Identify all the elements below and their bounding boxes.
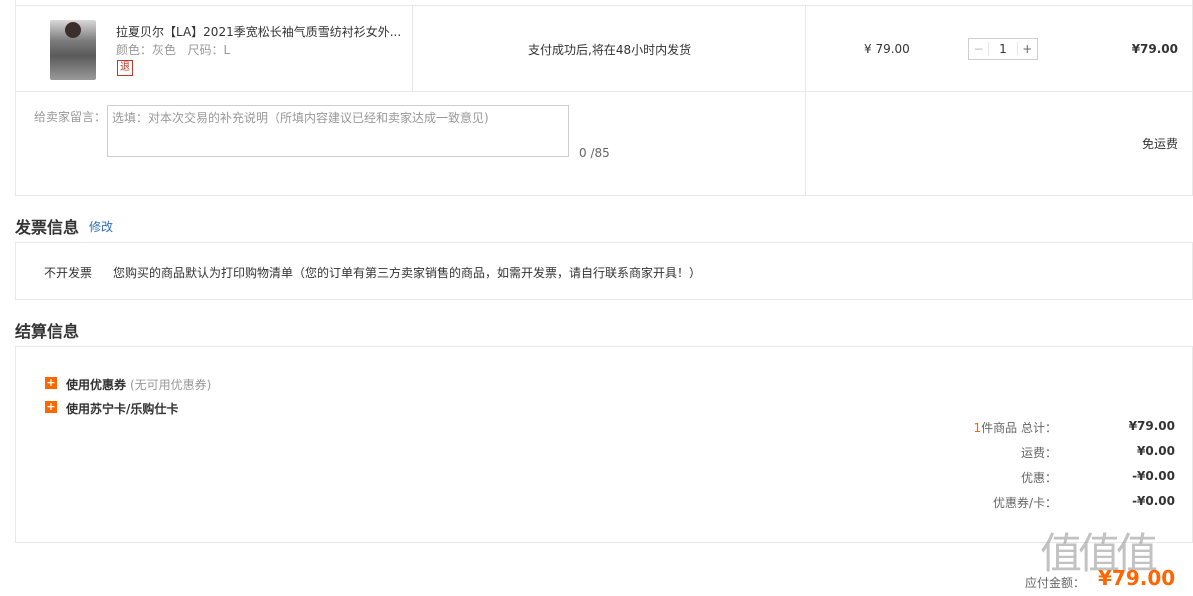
shipping-fee: 免运费	[1141, 137, 1178, 151]
watermark-char: 值	[1040, 529, 1082, 578]
remark-input[interactable]: 选填：对本次交易的补充说明（所填内容建议已经和卖家达成一致意见)	[107, 105, 569, 157]
watermark-char: 值	[1116, 529, 1158, 578]
freight-label: 运费：	[1020, 446, 1057, 460]
col-divider-price	[805, 5, 806, 196]
product-thumbnail[interactable]	[50, 20, 96, 80]
unit-price: ¥ 79.00	[864, 42, 910, 56]
watermark-logo: 值值值	[1040, 520, 1190, 590]
invoice-type: 不开发票	[44, 266, 93, 280]
item-count-suffix: 件商品 总计：	[981, 421, 1057, 435]
remark-label: 给卖家留言：	[34, 110, 107, 124]
row-divider	[15, 91, 1193, 92]
remark-counter: 0 /85	[579, 146, 610, 160]
top-divider	[15, 5, 1193, 6]
discount-value: -¥0.00	[1132, 469, 1175, 483]
qty-minus-button[interactable]: −	[969, 42, 988, 56]
coupon-card-label: 优惠券/卡：	[992, 496, 1057, 510]
coupon-note: (无可用优惠券)	[130, 378, 212, 392]
plus-square-icon[interactable]: +	[45, 377, 57, 389]
product-title[interactable]: 拉夏贝尔【LA】2021季宽松长袖气质雪纺衬衫女外...	[116, 23, 406, 40]
invoice-section-title: 发票信息	[15, 218, 80, 237]
watermark-char: 值	[1078, 529, 1120, 578]
quantity-stepper: − 1 +	[968, 38, 1038, 60]
invoice-note: 您购买的商品默认为打印购物清单（您的订单有第三方卖家销售的商品，如需开发票，请自…	[113, 266, 702, 280]
qty-plus-button[interactable]: +	[1018, 42, 1037, 56]
freight-value: ¥0.00	[1137, 444, 1175, 458]
plus-square-icon[interactable]: +	[45, 401, 57, 413]
use-card-toggle[interactable]: 使用苏宁卡/乐购仕卡	[66, 400, 178, 417]
item-subtotal: ¥79.00	[1131, 42, 1178, 56]
coupon-card-value: -¥0.00	[1132, 494, 1175, 508]
return-badge-icon: 退	[117, 60, 133, 76]
total-value: ¥79.00	[1128, 419, 1175, 433]
item-count-label: 1件商品 总计：	[877, 419, 1057, 436]
invoice-edit-link[interactable]: 修改	[89, 218, 113, 235]
col-divider-product	[412, 5, 413, 91]
use-coupon-toggle[interactable]: 使用优惠券	[66, 376, 126, 393]
qty-input[interactable]: 1	[988, 42, 1018, 56]
product-attributes: 颜色：灰色 尺码：L	[116, 43, 231, 57]
shipping-promise: 支付成功后,将在48小时内发货	[528, 43, 692, 57]
settlement-section-title: 结算信息	[15, 322, 80, 341]
discount-label: 优惠：	[1020, 471, 1057, 485]
